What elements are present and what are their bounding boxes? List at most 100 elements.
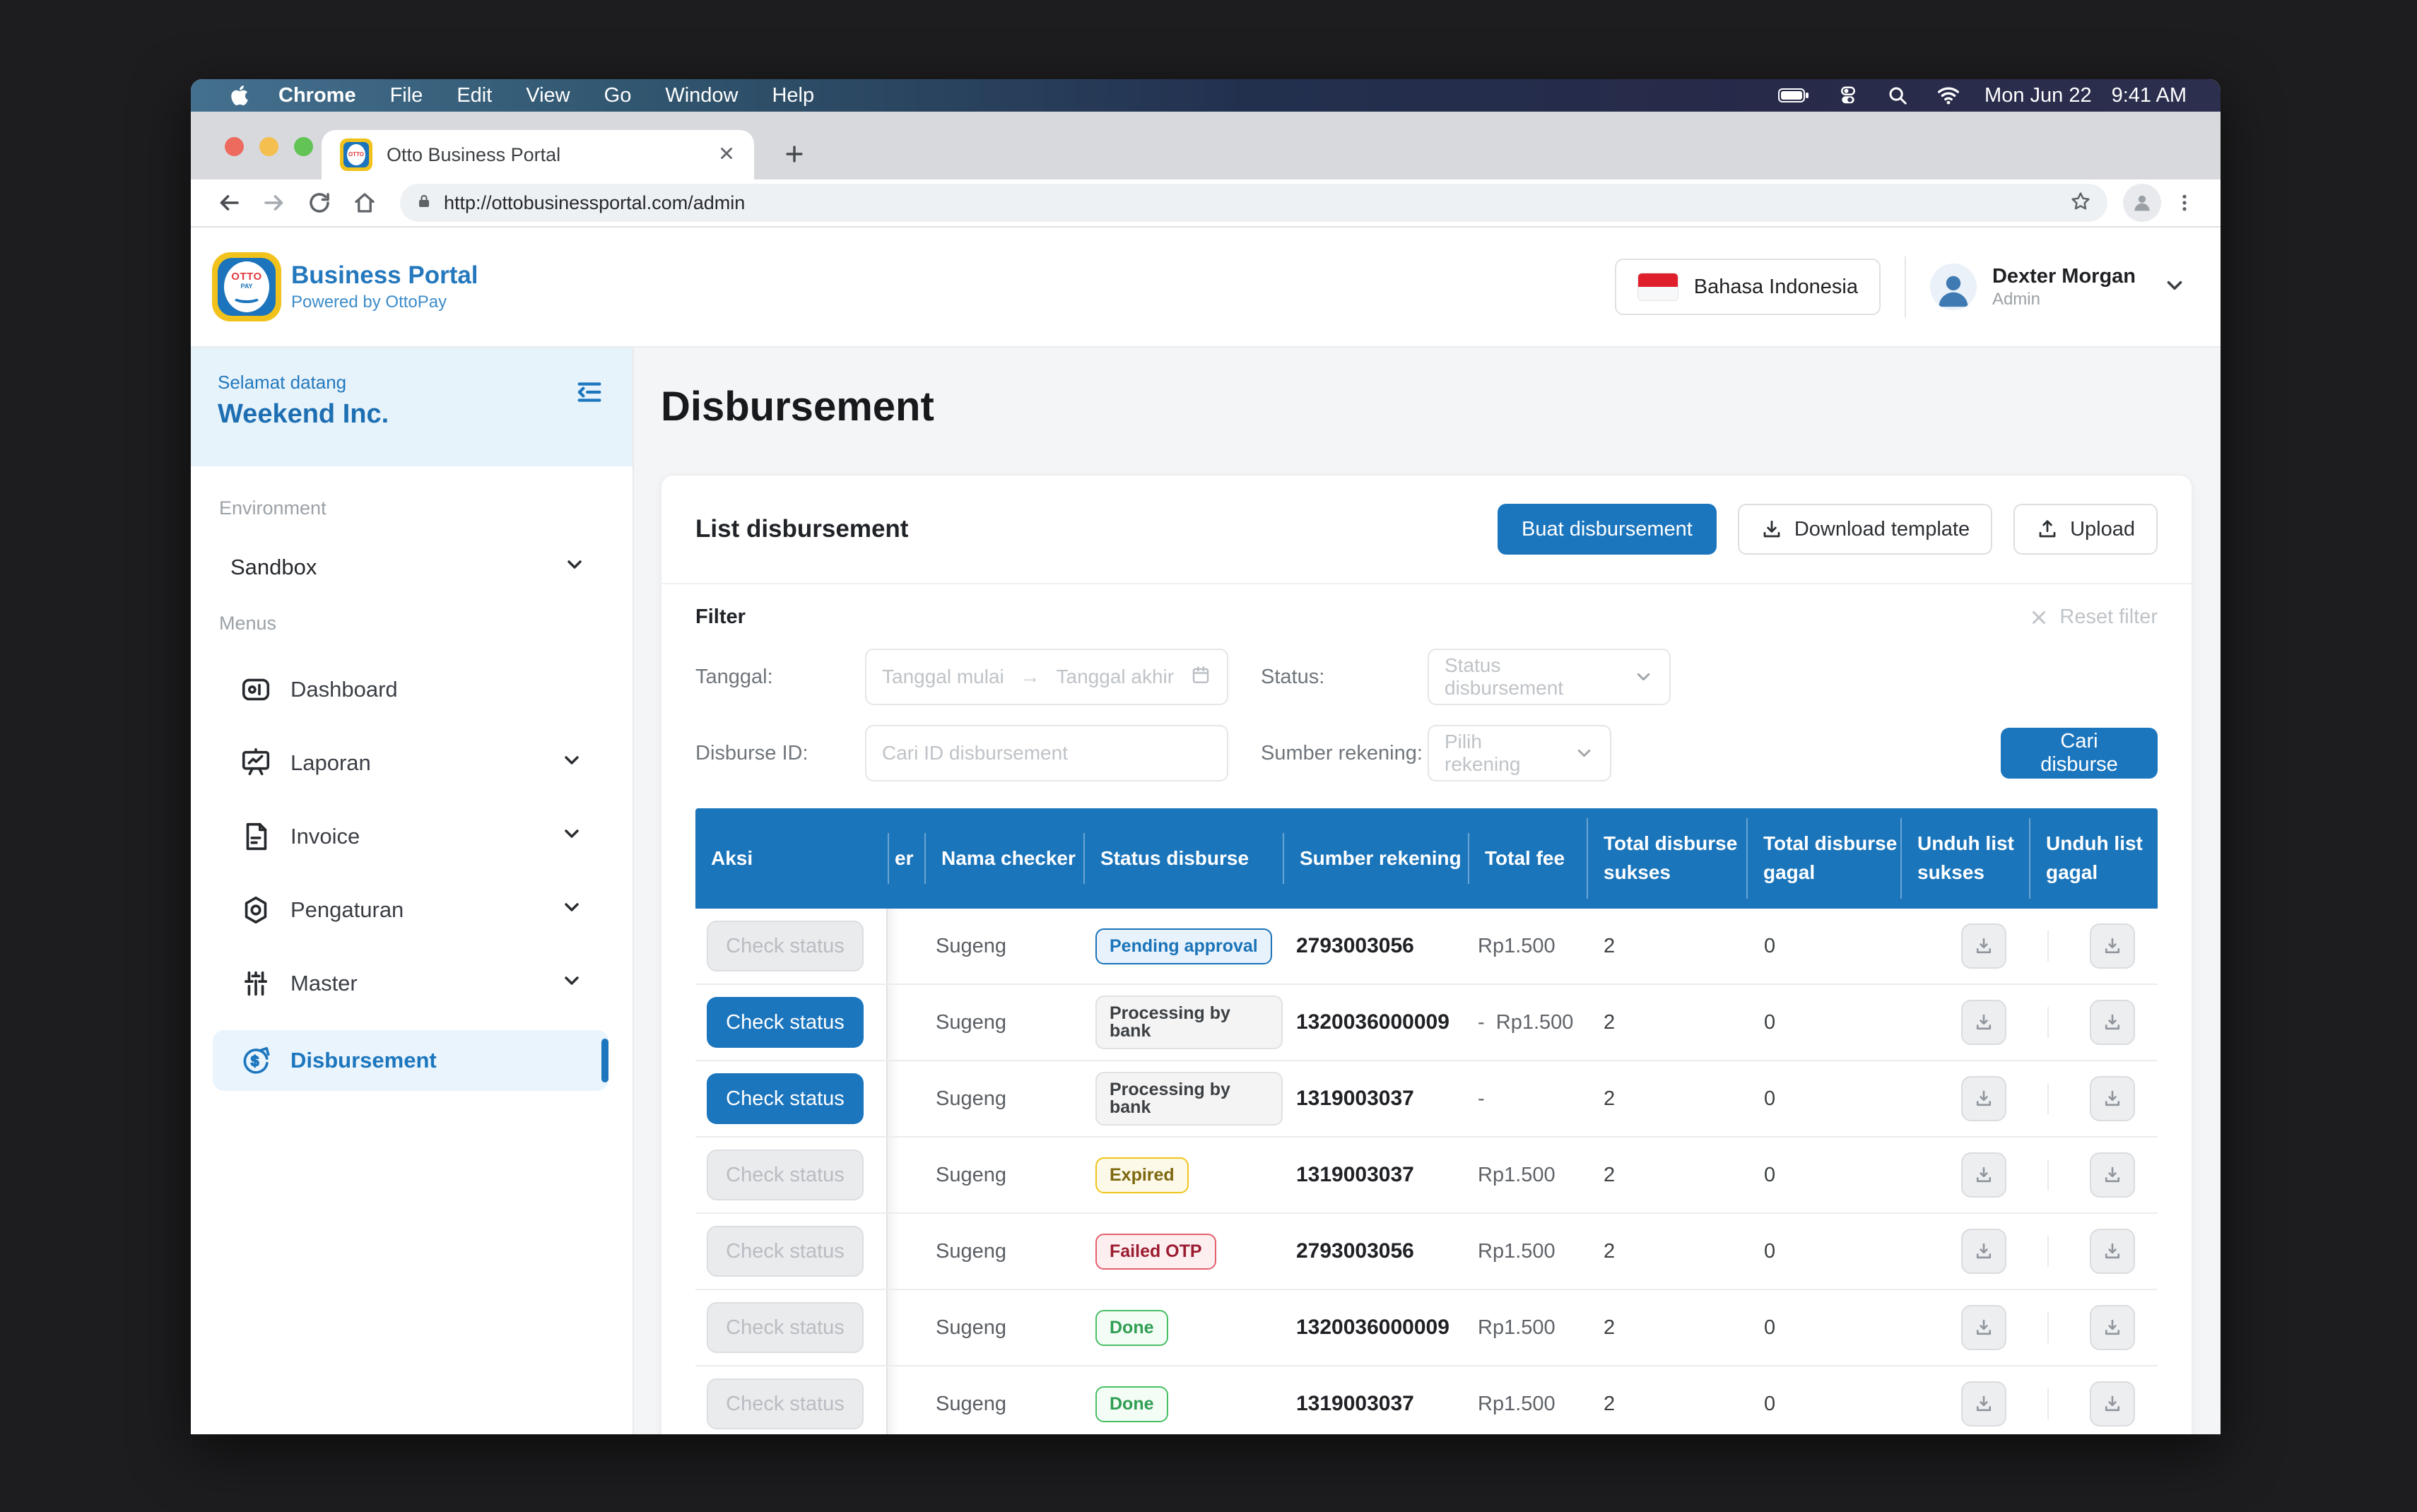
browser-menu-icon[interactable] (2167, 192, 2202, 213)
cari-disburse-button[interactable]: Cari disburse (2001, 728, 2158, 779)
check-status-button[interactable]: Check status (707, 1073, 864, 1124)
menubar-item-file[interactable]: File (373, 84, 440, 107)
chevron-down-icon[interactable] (2163, 273, 2187, 301)
total-sukses-value: 2 (1587, 1164, 1746, 1187)
language-selector-button[interactable]: Bahasa Indonesia (1615, 259, 1881, 315)
menubar-item-help[interactable]: Help (755, 84, 831, 107)
battery-icon[interactable] (1764, 87, 1823, 104)
sidebar-item-master[interactable]: Master (213, 947, 608, 1020)
total-gagal-value: 0 (1746, 1316, 1900, 1340)
bookmark-star-icon[interactable] (2069, 190, 2092, 216)
address-bar[interactable]: http://ottobusinessportal.com/admin (400, 184, 2107, 222)
check-status-button[interactable]: Check status (707, 1150, 864, 1200)
status-badge: Failed OTP (1095, 1234, 1216, 1270)
download-gagal-button[interactable] (2090, 1076, 2135, 1121)
sumber-rekening-select[interactable]: Pilih rekening (1428, 725, 1611, 781)
download-sukses-button[interactable] (1961, 1229, 2006, 1274)
zoom-window-button[interactable] (294, 137, 313, 156)
close-window-button[interactable] (225, 137, 244, 156)
back-button[interactable] (209, 183, 249, 223)
wifi-icon[interactable] (1922, 85, 1975, 105)
total-sukses-value: 2 (1587, 935, 1746, 958)
download-sukses-button[interactable] (1961, 1381, 2006, 1427)
user-menu[interactable]: Dexter Morgan Admin (1930, 264, 2187, 310)
download-gagal-button[interactable] (2090, 1000, 2135, 1045)
reset-filter-button[interactable]: Reset filter (2028, 606, 2158, 629)
environment-select[interactable]: Sandbox (191, 553, 633, 581)
lock-icon[interactable] (416, 191, 433, 215)
sidebar-item-pengaturan[interactable]: Pengaturan (213, 873, 608, 947)
menubar-item-window[interactable]: Window (648, 84, 755, 107)
buat-disbursement-button[interactable]: Buat disbursement (1498, 504, 1717, 555)
check-status-button[interactable]: Check status (707, 1378, 864, 1429)
tanggal-label: Tanggal: (695, 666, 865, 689)
download-sukses-button[interactable] (1961, 1305, 2006, 1350)
upload-button[interactable]: Upload (2013, 504, 2158, 555)
url-text[interactable]: http://ottobusinessportal.com/admin (444, 192, 2058, 214)
brand-subtitle: Powered by OttoPay (291, 293, 478, 312)
home-button[interactable] (345, 183, 384, 223)
maker-cell-clipped (888, 1061, 924, 1136)
browser-profile-icon[interactable] (2123, 184, 2161, 222)
indonesia-flag-icon (1637, 273, 1678, 301)
sumber-rekening-value: 1320036000009 (1283, 1316, 1468, 1340)
header-divider (1905, 256, 1906, 317)
status-select[interactable]: Status disbursement (1428, 649, 1671, 705)
total-fee-value: Rp1.500 (1468, 1393, 1587, 1416)
col-total-fee: Total fee (1468, 833, 1587, 885)
reload-button[interactable] (300, 183, 339, 223)
total-sukses-value: 2 (1587, 1011, 1746, 1034)
sumber-rekening-value: 2793003056 (1283, 934, 1468, 958)
menubar-item-chrome[interactable]: Chrome (261, 84, 373, 107)
collapse-sidebar-icon[interactable] (573, 376, 606, 466)
apple-menu-icon[interactable] (230, 84, 261, 107)
new-tab-button[interactable] (782, 142, 806, 170)
menubar-item-go[interactable]: Go (587, 84, 649, 107)
spotlight-search-icon[interactable] (1873, 85, 1922, 106)
browser-tab-strip: OTTO Otto Business Portal (191, 112, 2221, 179)
status-badge: Done (1095, 1386, 1168, 1422)
site-favicon: OTTO (340, 138, 372, 171)
sidebar: Selamat datang Weekend Inc. Environment … (191, 348, 634, 1434)
browser-tab[interactable]: OTTO Otto Business Portal (322, 130, 754, 179)
disburse-id-label: Disburse ID: (695, 742, 865, 765)
download-gagal-button[interactable] (2090, 923, 2135, 969)
check-status-button[interactable]: Check status (707, 921, 864, 971)
download-gagal-button[interactable] (2090, 1381, 2135, 1427)
control-center-icon[interactable] (1823, 85, 1873, 106)
download-gagal-button[interactable] (2090, 1305, 2135, 1350)
col-aksi: Aksi (695, 833, 888, 885)
sidebar-item-dashboard[interactable]: Dashboard (213, 653, 608, 726)
chevron-down-icon (560, 969, 583, 998)
check-status-button[interactable]: Check status (707, 1302, 864, 1353)
sidebar-item-laporan[interactable]: Laporan (213, 726, 608, 800)
minimize-window-button[interactable] (259, 137, 278, 156)
settings-icon (240, 894, 272, 926)
check-status-button[interactable]: Check status (707, 1226, 864, 1277)
menubar-item-view[interactable]: View (509, 84, 587, 107)
close-tab-icon[interactable] (717, 144, 736, 166)
download-template-button[interactable]: Download template (1738, 504, 1992, 555)
download-template-label: Download template (1794, 518, 1970, 541)
download-sukses-button[interactable] (1961, 923, 2006, 969)
download-gagal-button[interactable] (2090, 1229, 2135, 1274)
download-sukses-button[interactable] (1961, 1152, 2006, 1198)
sidebar-item-invoice[interactable]: Invoice (213, 800, 608, 873)
download-gagal-button[interactable] (2090, 1152, 2135, 1198)
forward-button[interactable] (254, 183, 294, 223)
maker-cell-clipped (888, 985, 924, 1060)
date-range-input[interactable]: Tanggal mulai → Tanggal akhir (865, 649, 1228, 705)
download-sukses-button[interactable] (1961, 1000, 2006, 1045)
check-status-button[interactable]: Check status (707, 997, 864, 1048)
environment-value: Sandbox (230, 555, 317, 580)
environment-label: Environment (191, 497, 633, 519)
total-gagal-value: 0 (1746, 1087, 1900, 1111)
sidebar-item-disbursement[interactable]: $ Disbursement (213, 1030, 608, 1091)
upload-label: Upload (2070, 518, 2135, 541)
col-status-disburse: Status disburse (1083, 833, 1283, 885)
download-sukses-button[interactable] (1961, 1076, 2006, 1121)
menubar-item-edit[interactable]: Edit (440, 84, 509, 107)
col-sumber-rekening: Sumber rekening (1283, 833, 1468, 885)
disburse-id-input[interactable]: Cari ID disbursement (865, 725, 1228, 781)
welcome-box: Selamat datang Weekend Inc. (191, 348, 633, 466)
